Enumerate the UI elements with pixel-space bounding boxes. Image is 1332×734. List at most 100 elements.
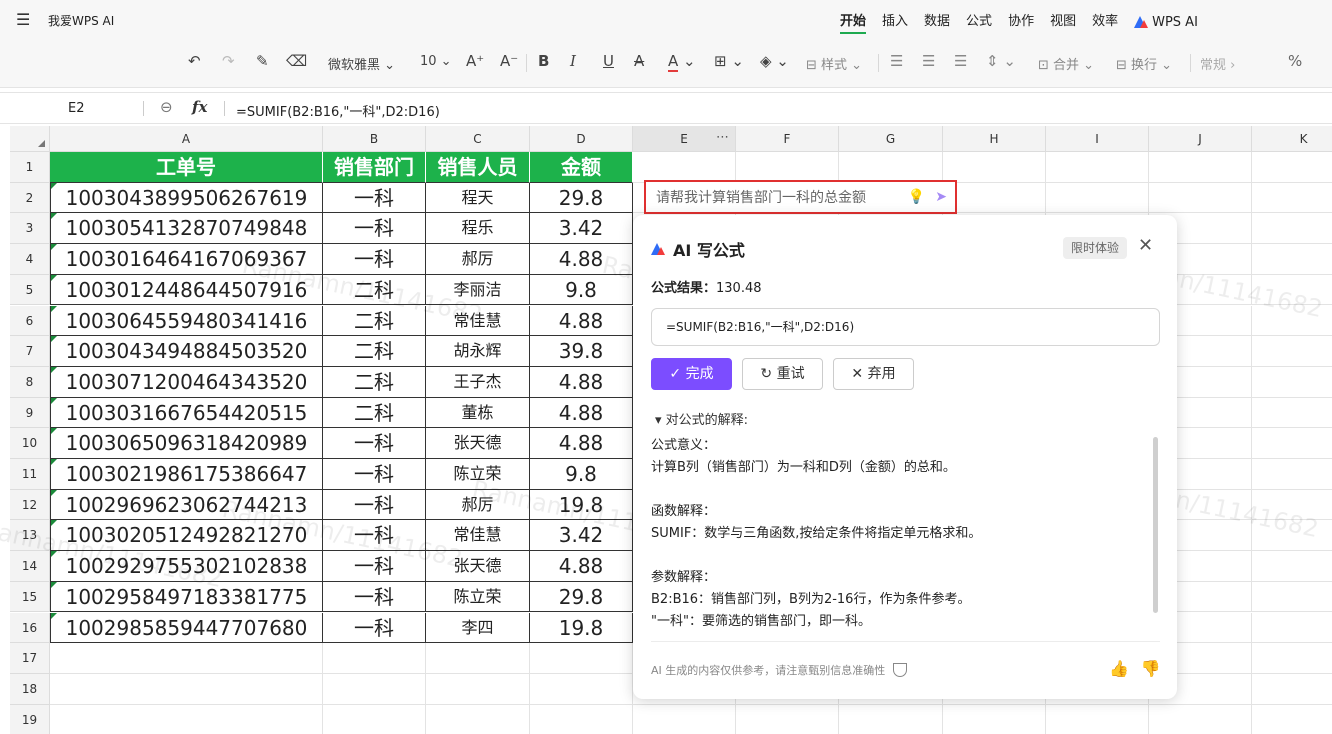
table-cell[interactable]: 4.88 [530,428,633,459]
table-cell[interactable]: 二科 [323,397,426,429]
table-cell[interactable]: 1002958497183381775 [50,581,323,613]
grid-cell[interactable] [1252,613,1332,644]
column-header-j[interactable]: J [1149,126,1252,152]
align-left-icon[interactable]: ☰ [890,52,903,70]
borders-icon[interactable]: ⊞ ⌄ [714,52,744,70]
column-header-i[interactable]: I [1046,126,1149,152]
table-cell[interactable]: 一科 [323,244,426,275]
grid-cell[interactable] [50,673,323,705]
generated-formula-box[interactable]: =SUMIF(B2:B16,"一科",D2:D16) [651,308,1160,346]
grid-cell[interactable] [530,704,633,734]
table-cell[interactable]: 1003043899506267619 [50,182,323,214]
table-cell[interactable]: 4.88 [530,551,633,582]
grid-cell[interactable] [1252,336,1332,367]
row-header-15[interactable]: 15 [10,581,50,613]
tab-wps-ai[interactable]: WPS AI [1134,10,1214,34]
table-cell[interactable]: 1003043494884503520 [50,336,323,367]
column-header-k[interactable]: K [1252,126,1332,152]
grid-cell[interactable] [943,182,1046,214]
table-cell[interactable]: 董栋 [426,397,530,429]
table-cell[interactable]: 一科 [323,520,426,552]
grid-cell[interactable] [323,704,426,734]
tab-start[interactable]: 开始 [840,10,867,34]
grid-cell[interactable] [1149,152,1252,183]
table-cell[interactable]: 1003054132870749848 [50,213,323,245]
table-cell[interactable]: 4.88 [530,366,633,398]
row-header-1[interactable]: 1 [10,152,50,183]
grid-cell[interactable] [736,152,839,183]
table-cell[interactable]: 郝厉 [426,489,530,521]
table-cell[interactable]: 二科 [323,305,426,337]
table-cell[interactable]: 常佳慧 [426,305,530,337]
grid-cell[interactable] [50,704,323,734]
grid-cell[interactable] [1252,643,1332,674]
decrease-font-icon[interactable]: A⁻ [500,52,518,70]
explanation-scrollbar[interactable] [1153,437,1158,613]
row-header-11[interactable]: 11 [10,459,50,490]
cell-style-button[interactable]: ⊟ 样式 ⌄ [806,54,862,73]
grid-cell[interactable] [530,643,633,674]
explanation-toggle[interactable]: ▾ 对公式的解释: [655,409,748,428]
row-header-10[interactable]: 10 [10,428,50,459]
grid-cell[interactable] [839,152,943,183]
row-header-9[interactable]: 9 [10,397,50,429]
grid-cell[interactable] [1252,398,1332,429]
grid-cell[interactable] [1252,520,1332,552]
thumbs-down-icon[interactable]: 👎 [1141,659,1161,678]
column-header-g[interactable]: G [839,126,943,152]
table-cell[interactable]: 陈立荣 [426,581,530,613]
column-header-b[interactable]: B [323,126,426,152]
grid-cell[interactable] [1149,182,1252,214]
table-cell[interactable]: 4.88 [530,305,633,337]
table-cell[interactable]: 一科 [323,551,426,582]
wrap-button[interactable]: ⊟ 换行 ⌄ [1116,54,1172,73]
grid-cell[interactable] [1252,674,1332,705]
ai-prompt-input[interactable]: 请帮我计算销售部门一科的总金额 💡 ➤ [644,180,957,214]
discard-button[interactable]: ✕ 弃用 [833,358,914,390]
table-cell[interactable]: 3.42 [530,213,633,245]
increase-font-icon[interactable]: A⁺ [466,52,484,70]
shield-icon[interactable] [893,663,908,677]
row-header-18[interactable]: 18 [10,673,50,705]
font-name-select[interactable]: 微软雅黑 ⌄ [328,54,395,73]
grid-cell[interactable] [1149,704,1252,734]
name-box[interactable]: E2 [68,101,85,116]
fx-icon[interactable]: fx [192,98,207,116]
zoom-icon[interactable]: ⊖ [160,98,173,116]
grid-cell[interactable] [1252,551,1332,582]
tab-collab[interactable]: 协作 [1008,10,1034,34]
table-cell[interactable]: 程天 [426,182,530,214]
grid-cell[interactable] [943,152,1046,183]
column-menu-icon[interactable]: ⋯ [716,130,729,145]
grid-cell[interactable] [1252,490,1332,521]
grid-cell[interactable] [426,643,530,674]
grid-cell[interactable] [633,152,736,183]
done-button[interactable]: ✓ 完成 [651,358,732,390]
header-cell[interactable]: 销售部门 [323,152,426,183]
table-cell[interactable]: 郝厉 [426,244,530,275]
row-header-2[interactable]: 2 [10,182,50,214]
grid-cell[interactable] [1046,152,1149,183]
redo-icon[interactable]: ↷ [222,52,235,70]
lightbulb-icon[interactable]: 💡 [908,189,925,205]
table-cell[interactable]: 李丽洁 [426,274,530,306]
grid-cell[interactable] [1252,582,1332,613]
table-cell[interactable]: 一科 [323,489,426,521]
table-cell[interactable]: 一科 [323,459,426,490]
grid-cell[interactable] [530,673,633,705]
table-cell[interactable]: 一科 [323,182,426,214]
row-header-5[interactable]: 5 [10,274,50,306]
close-icon[interactable]: ✕ [1138,235,1153,256]
align-right-icon[interactable]: ☰ [954,52,967,70]
table-cell[interactable]: 1003016464167069367 [50,244,323,275]
thumbs-up-icon[interactable]: 👍 [1109,659,1129,678]
row-header-12[interactable]: 12 [10,489,50,521]
number-format-select[interactable]: 常规 › [1200,54,1235,73]
table-cell[interactable]: 3.42 [530,520,633,552]
underline-icon[interactable]: U [603,52,614,70]
grid-cell[interactable] [1252,705,1332,734]
hamburger-menu-icon[interactable]: ☰ [16,10,30,29]
grid-cell[interactable] [426,704,530,734]
row-header-17[interactable]: 17 [10,643,50,674]
tab-efficiency[interactable]: 效率 [1092,10,1118,34]
